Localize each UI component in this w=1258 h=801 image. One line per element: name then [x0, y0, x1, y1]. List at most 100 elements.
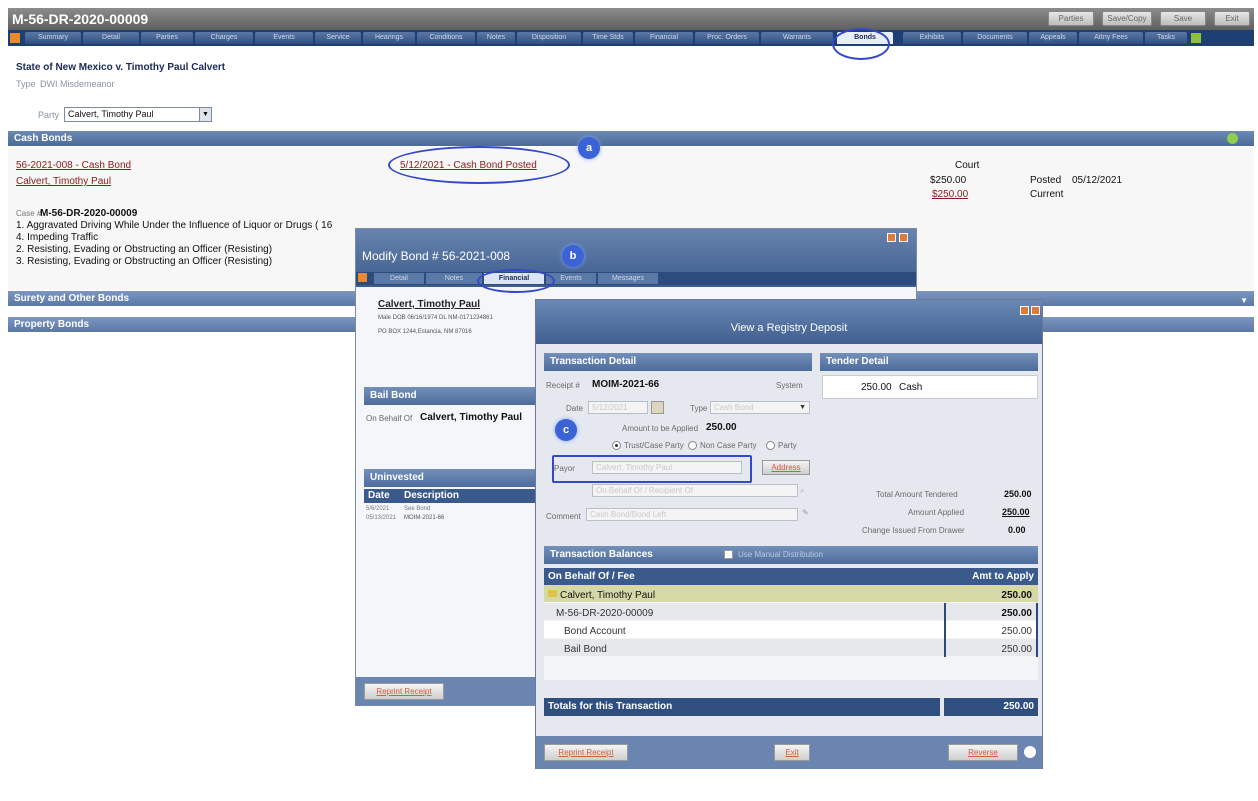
- case-type-value: DWI Misdemeanor: [40, 79, 115, 89]
- type-select[interactable]: Cash Bond ▼: [710, 401, 810, 414]
- cash-bonds-header[interactable]: Cash Bonds: [8, 131, 1254, 146]
- type-select-value: Cash Bond: [714, 403, 754, 412]
- case-number-label: Case #: [16, 209, 42, 218]
- amount-applied-value: 250.00: [1002, 507, 1030, 517]
- callout-badge-b: b: [562, 245, 584, 267]
- callout-badge-c: c: [555, 419, 577, 441]
- reverse-button[interactable]: Reverse: [948, 744, 1018, 761]
- tab-detail[interactable]: Detail: [83, 32, 139, 44]
- exit-dialog-button[interactable]: Exit: [774, 744, 810, 761]
- col-amt-to-apply: Amt to Apply: [972, 571, 1034, 582]
- tab-summary[interactable]: Summary: [25, 32, 81, 44]
- system-label: System: [776, 381, 803, 390]
- row-desc[interactable]: MOIM-2021-66: [404, 515, 444, 521]
- transaction-balances-title: Transaction Balances: [550, 549, 653, 560]
- address-button[interactable]: Address: [762, 460, 810, 475]
- comment-label: Comment: [546, 512, 581, 521]
- cash-bonds-title: Cash Bonds: [14, 133, 73, 144]
- tab-appeals[interactable]: Appeals: [1029, 32, 1077, 44]
- amount-applied-label: Amount Applied: [908, 508, 965, 517]
- table-row[interactable]: Bail Bond 250.00: [544, 639, 1038, 656]
- bond-balance-link[interactable]: $250.00: [932, 189, 968, 200]
- tab-notes[interactable]: Notes: [477, 32, 515, 44]
- expand-icon[interactable]: ▼: [1240, 293, 1248, 308]
- date-field[interactable]: 5/12/2021: [588, 401, 648, 414]
- manual-distribution-checkbox[interactable]: [724, 550, 733, 559]
- table-row[interactable]: Bond Account 250.00: [544, 621, 1038, 638]
- tab-disposition[interactable]: Disposition: [517, 32, 581, 44]
- close-icon[interactable]: [1031, 306, 1040, 315]
- registry-dialog-header: View a Registry Deposit: [536, 300, 1042, 344]
- tender-amount: 250.00: [861, 382, 892, 393]
- add-bond-icon[interactable]: [1227, 133, 1238, 144]
- minimize-icon[interactable]: [1020, 306, 1029, 315]
- calendar-icon[interactable]: [651, 401, 664, 414]
- tab-proc-orders[interactable]: Proc. Orders: [695, 32, 759, 44]
- table-row[interactable]: M-56-DR-2020-00009 250.00: [544, 603, 1038, 620]
- tab-exhibits[interactable]: Exhibits: [903, 32, 961, 44]
- comment-pick-icon[interactable]: ✎: [802, 508, 809, 517]
- case-title: M-56-DR-2020-00009: [12, 11, 149, 27]
- total-tendered-value: 250.00: [1004, 489, 1032, 499]
- tab-conditions[interactable]: Conditions: [417, 32, 475, 44]
- radio-party[interactable]: [766, 441, 775, 450]
- row-date: 5/6/2021: [366, 506, 390, 512]
- tab-charges[interactable]: Charges: [195, 32, 253, 44]
- row-label: Bond Account: [564, 626, 626, 637]
- transaction-detail-header: Transaction Detail: [544, 353, 812, 371]
- transaction-balances-header: Transaction Balances Use Manual Distribu…: [544, 546, 1038, 564]
- col-date: Date: [368, 490, 390, 501]
- table-row[interactable]: Calvert, Timothy Paul 250.00: [544, 585, 1038, 602]
- radio-trust-party[interactable]: [612, 441, 621, 450]
- tab-documents[interactable]: Documents: [963, 32, 1027, 44]
- bond-party-name[interactable]: Calvert, Timothy Paul: [378, 299, 480, 310]
- radio-trust-party-label: Trust/Case Party: [624, 441, 684, 450]
- lookup-icon[interactable]: ⌕: [800, 486, 804, 496]
- bond-link[interactable]: 56-2021-008 - Cash Bond: [16, 160, 131, 171]
- exit-button[interactable]: Exit: [1214, 11, 1250, 26]
- subtab-messages[interactable]: Messages: [598, 273, 658, 284]
- help-icon[interactable]: [1024, 746, 1036, 758]
- party-link[interactable]: Calvert, Timothy Paul: [16, 176, 111, 187]
- reprint-receipt-button[interactable]: Reprint Receipt: [544, 744, 628, 761]
- reprint-receipt-button[interactable]: Reprint Receipt: [364, 683, 444, 700]
- close-icon[interactable]: [899, 233, 908, 242]
- change-value: 0.00: [1008, 525, 1026, 535]
- dialog-menu-icon[interactable]: [358, 273, 367, 282]
- folder-icon: [548, 590, 557, 597]
- radio-non-case-party[interactable]: [688, 441, 697, 450]
- tab-time-stds[interactable]: Time Stds: [583, 32, 633, 44]
- payor-callout: [552, 455, 752, 483]
- minimize-icon[interactable]: [887, 233, 896, 242]
- court-label: Court: [955, 160, 980, 171]
- type-label: Type: [690, 404, 708, 413]
- save-button[interactable]: Save: [1160, 11, 1206, 26]
- tab-attny-fees[interactable]: Attny Fees: [1079, 32, 1143, 44]
- property-bonds-title: Property Bonds: [14, 319, 90, 330]
- row-amount: 250.00: [1001, 608, 1032, 619]
- tab-financial[interactable]: Financial: [635, 32, 693, 44]
- case-number: M-56-DR-2020-00009: [40, 208, 138, 219]
- tab-strip: Summary Detail Parties Charges Events Se…: [8, 30, 1254, 46]
- registry-dialog-title: View a Registry Deposit: [730, 322, 848, 334]
- tab-events[interactable]: Events: [255, 32, 313, 44]
- col-description: Description: [404, 490, 460, 501]
- posted-date: 05/12/2021: [1072, 175, 1123, 186]
- on-behalf-field[interactable]: On Behalf Of / Recipient Of: [592, 484, 798, 497]
- tab-service[interactable]: Service: [315, 32, 361, 44]
- party-select[interactable]: Calvert, Timothy Paul ▼: [64, 107, 212, 122]
- case-menu-icon[interactable]: [10, 33, 20, 43]
- amount-to-apply-label: Amount to be Applied: [622, 424, 699, 433]
- save-copy-button[interactable]: Save/Copy: [1102, 11, 1152, 26]
- subtab-detail[interactable]: Detail: [374, 273, 424, 284]
- tab-hearings[interactable]: Hearings: [363, 32, 415, 44]
- comment-field[interactable]: Cash Bond/Bond Left: [586, 508, 798, 521]
- parties-button[interactable]: Parties: [1048, 11, 1094, 26]
- tab-warrants[interactable]: Warrants: [761, 32, 833, 44]
- tab-parties[interactable]: Parties: [141, 32, 193, 44]
- tab-tasks[interactable]: Tasks: [1145, 32, 1187, 44]
- chevron-down-icon[interactable]: ▼: [199, 108, 211, 121]
- uninvested-header: Uninvested: [364, 469, 536, 487]
- add-tab-icon[interactable]: [1191, 33, 1201, 43]
- subtab-notes[interactable]: Notes: [426, 273, 482, 284]
